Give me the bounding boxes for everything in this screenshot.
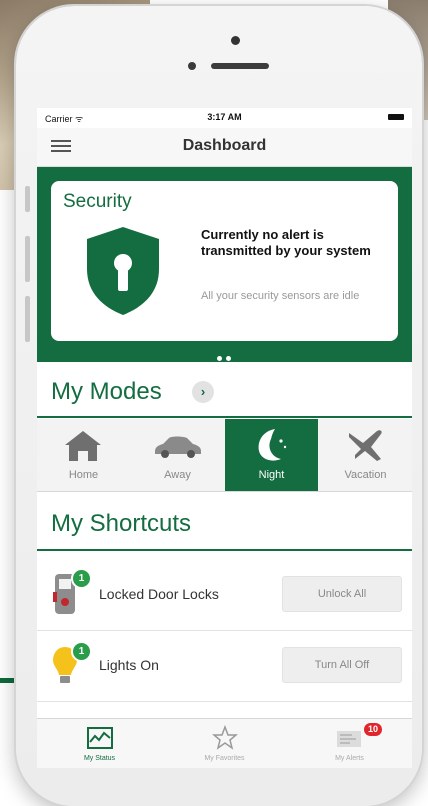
battery-icon [388,114,404,120]
modes-divider [37,416,412,418]
unlock-all-button[interactable]: Unlock All [282,576,402,612]
app-screen: Carrier ᯤ 3:17 AM Dashboard Security Cur… [37,108,412,768]
security-status-subtext: All your security sensors are idle [201,290,360,302]
shortcuts-divider [37,549,412,551]
phone-sensor-dot [231,36,240,45]
mode-vacation[interactable]: Vacation [319,419,412,491]
alerts-count-badge: 10 [364,723,382,736]
my-shortcuts-title: My Shortcuts [51,510,192,537]
tab-label: My Favorites [204,755,245,762]
status-chart-icon [87,727,113,749]
my-modes-title: My Modes [51,378,162,405]
mode-label: Home [68,469,99,481]
turn-all-off-button[interactable]: Turn All Off [282,647,402,683]
tab-my-alerts[interactable]: 10 My Alerts [287,719,412,768]
home-icon [65,431,101,461]
lights-count-badge: 1 [71,641,92,662]
mode-label: Vacation [344,469,387,481]
car-icon [155,436,201,458]
moon-icon [258,429,287,461]
mode-label: Night [258,469,285,481]
security-title: Security [63,191,132,212]
tab-label: My Alerts [335,755,364,762]
status-bar: Carrier ᯤ 3:17 AM [37,108,412,128]
mode-label: Away [164,469,191,481]
nav-bar: Dashboard [37,128,412,167]
tab-label: My Status [83,755,116,762]
page-indicator [215,348,233,366]
security-status-headline: Currently no alert is transmitted by you… [201,227,371,258]
shortcut-row-lights: 1 Lights On Turn All Off [37,631,412,702]
mode-home[interactable]: Home [37,419,130,491]
mode-away[interactable]: Away [131,419,224,491]
star-icon [212,725,238,750]
phone-speaker [211,63,269,69]
phone-mute-switch [25,186,30,212]
security-card[interactable]: Security Currently no alert is transmitt… [51,181,398,341]
security-banner: Security Currently no alert is transmitt… [37,167,412,362]
shortcut-label: Locked Door Locks [99,586,219,602]
phone-volume-up [25,236,30,282]
page-title: Dashboard [182,137,267,154]
tab-bar: My Status My Favorites 10 My Alerts [37,718,412,768]
airplane-icon [349,430,382,461]
alerts-icon [337,731,361,747]
tab-my-favorites[interactable]: My Favorites [162,719,287,768]
mode-night[interactable]: Night [225,419,318,491]
door-lock-count-badge: 1 [71,568,92,589]
phone-camera [188,62,196,70]
shortcut-label: Lights On [99,657,159,673]
chevron-right-icon[interactable]: › [192,381,214,403]
tab-my-status[interactable]: My Status [37,719,162,768]
clock-time: 3:17 AM [207,112,242,122]
shortcut-row-door-locks: 1 Locked Door Locks Unlock All [37,560,412,631]
modes-row: Home Away Night Vacation [37,419,412,492]
phone-volume-down [25,296,30,342]
shield-lock-icon [87,227,159,315]
